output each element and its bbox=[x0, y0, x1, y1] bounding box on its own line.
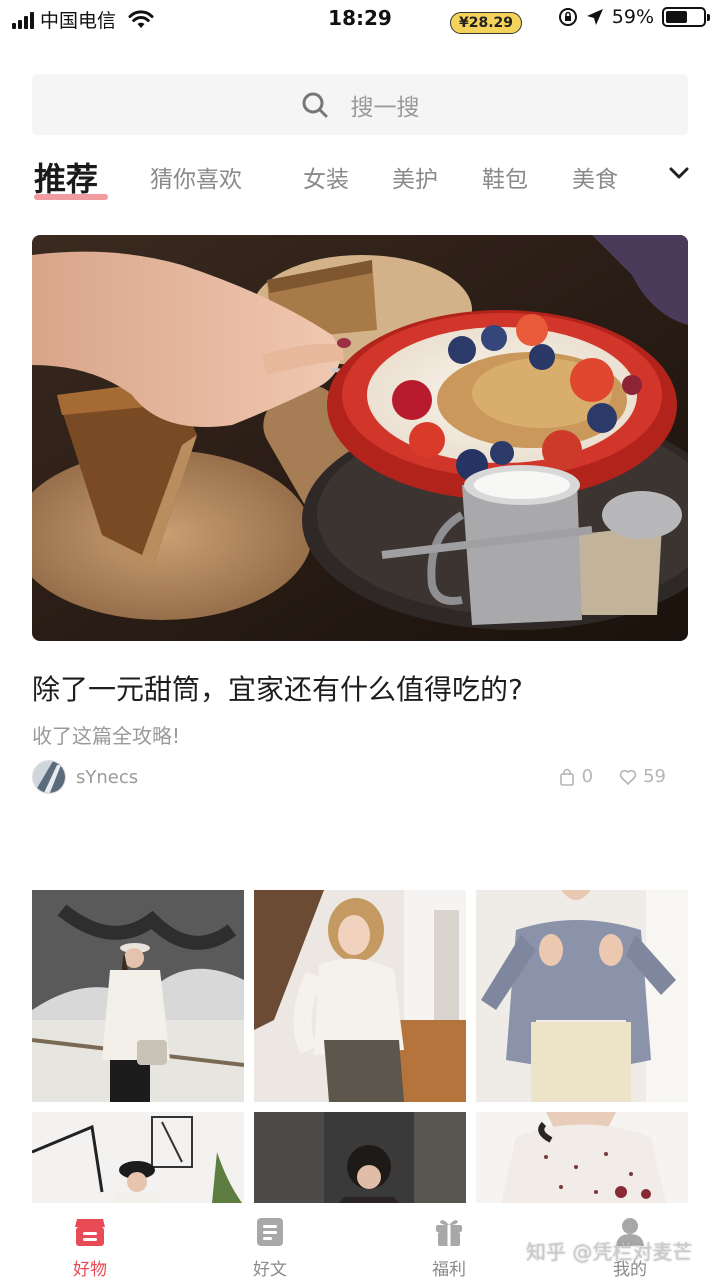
nav-item-goods[interactable]: 好物 bbox=[50, 1215, 130, 1280]
search-placeholder: 搜一搜 bbox=[350, 94, 420, 121]
search-icon bbox=[302, 92, 327, 117]
nav-label-welfare: 福利 bbox=[432, 1260, 466, 1280]
active-tab-indicator bbox=[34, 194, 108, 200]
search-input[interactable]: 搜一搜 bbox=[32, 74, 688, 135]
chevron-down-icon[interactable] bbox=[668, 162, 690, 184]
status-bar: 中国电信 18:29 59% bbox=[0, 0, 720, 40]
article-icon bbox=[257, 1218, 283, 1246]
watermark: 知乎 @凭栏对麦芒 bbox=[526, 1240, 693, 1264]
avatar bbox=[32, 760, 66, 794]
heart-icon[interactable] bbox=[619, 768, 637, 786]
article-stats: 0 59 bbox=[558, 766, 666, 787]
nav-label-goods: 好物 bbox=[73, 1260, 107, 1280]
author-name: sYnecs bbox=[76, 766, 139, 788]
feature-article-image[interactable] bbox=[32, 235, 688, 641]
welfare-badge: ¥28.29 bbox=[450, 12, 523, 34]
feature-article-title[interactable]: 除了一元甜筒，宜家还有什么值得吃的? bbox=[32, 668, 523, 708]
battery-icon bbox=[662, 7, 710, 27]
gift-icon bbox=[436, 1220, 462, 1246]
nav-label-articles: 好文 bbox=[253, 1260, 287, 1280]
product-image[interactable] bbox=[476, 890, 688, 1102]
product-image[interactable] bbox=[254, 1112, 466, 1203]
author-info[interactable]: sYnecs bbox=[32, 760, 138, 794]
product-image[interactable] bbox=[32, 1112, 244, 1203]
product-image[interactable] bbox=[254, 890, 466, 1102]
category-tabs: 推荐 猜你喜欢 女装 美护 鞋包 美食 bbox=[0, 150, 720, 210]
nav-item-welfare[interactable]: 福利 bbox=[409, 1215, 489, 1280]
tab-food[interactable]: 美食 bbox=[572, 160, 618, 194]
product-image[interactable] bbox=[32, 890, 244, 1102]
location-arrow-icon bbox=[586, 9, 603, 25]
shopping-bag-icon bbox=[559, 768, 574, 786]
tab-guess-you-like[interactable]: 猜你喜欢 bbox=[150, 160, 242, 194]
like-count: 59 bbox=[643, 766, 666, 787]
shop-icon bbox=[75, 1219, 105, 1246]
orientation-lock-icon bbox=[558, 8, 577, 26]
tab-shoes-bags[interactable]: 鞋包 bbox=[482, 160, 528, 194]
tab-womens-clothing[interactable]: 女装 bbox=[303, 160, 349, 194]
bag-count: 0 bbox=[581, 766, 594, 787]
nav-item-articles[interactable]: 好文 bbox=[230, 1215, 310, 1280]
feature-article-subtitle: 收了这篇全攻略! bbox=[32, 724, 181, 748]
battery-percent: 59% bbox=[611, 6, 654, 28]
tab-beauty[interactable]: 美护 bbox=[392, 160, 438, 194]
product-image[interactable] bbox=[476, 1112, 688, 1203]
